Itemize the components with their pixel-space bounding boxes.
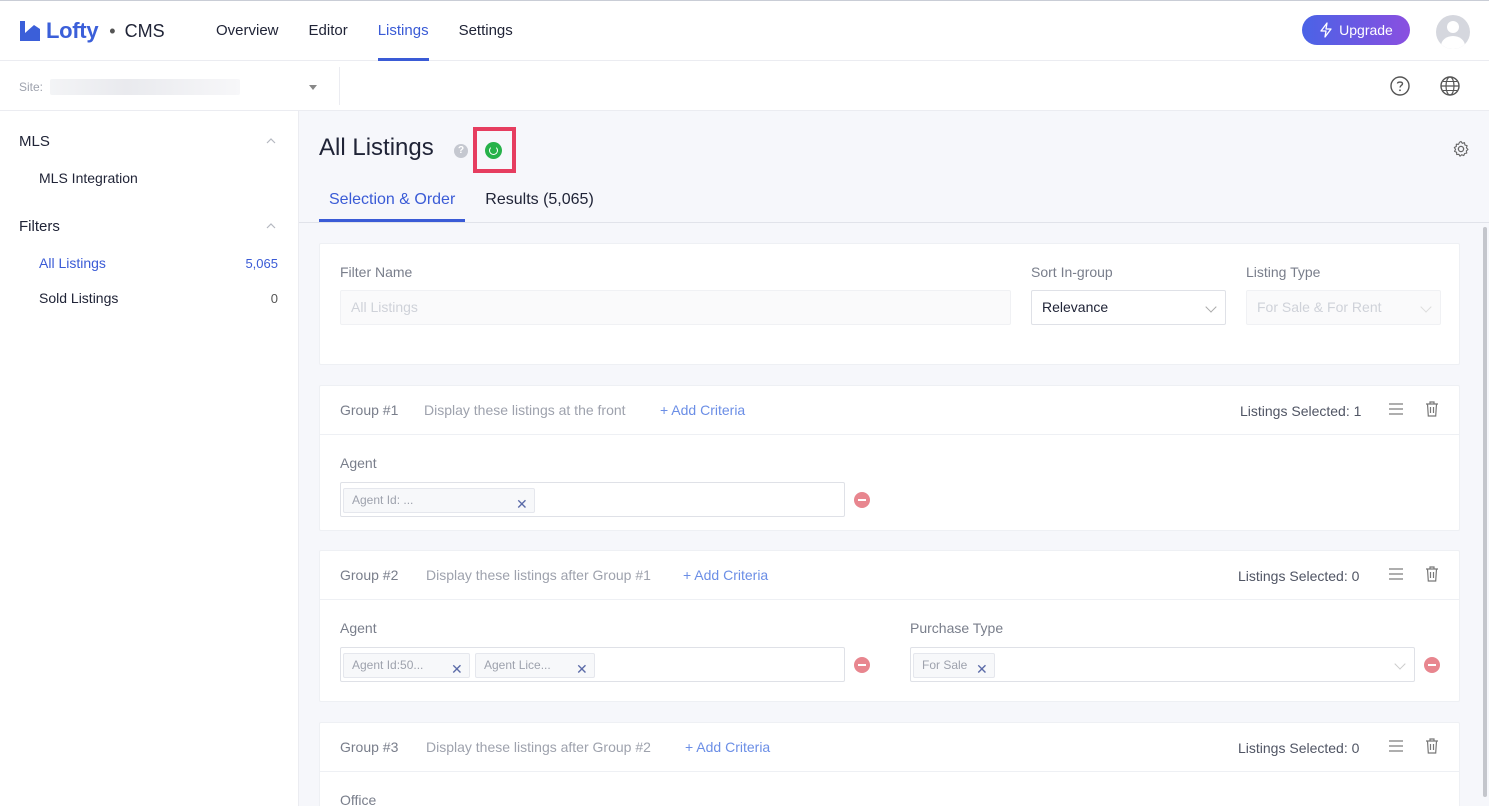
agent-criteria-input[interactable]: Agent Id:50... ✕ Agent Lice... ✕ xyxy=(340,647,845,682)
listings-selected-count: Listings Selected: 1 xyxy=(1240,403,1362,419)
upgrade-button[interactable]: Upgrade xyxy=(1302,15,1410,45)
group-description: Display these listings after Group #2 xyxy=(426,739,651,755)
criteria-label-agent: Agent xyxy=(340,620,377,636)
sort-in-group-select[interactable]: Relevance xyxy=(1031,290,1226,325)
tab-results[interactable]: Results (5,065) xyxy=(475,181,604,222)
reorder-icon[interactable] xyxy=(1389,403,1403,415)
sidebar-section-mls[interactable]: MLS xyxy=(19,133,50,150)
globe-icon[interactable] xyxy=(1439,75,1461,97)
tag-remove-icon[interactable]: ✕ xyxy=(576,653,588,686)
sidebar-section-filters[interactable]: Filters xyxy=(19,218,60,235)
group-title: Group #2 xyxy=(340,567,399,583)
filter-name-input[interactable]: All Listings xyxy=(340,290,1011,325)
listings-selected-count: Listings Selected: 0 xyxy=(1238,568,1360,584)
group-header: Group #2 Display these listings after Gr… xyxy=(320,551,1459,600)
tab-bar: Selection & Order Results (5,065) xyxy=(319,181,614,223)
site-label: Site: xyxy=(19,80,44,94)
question-circle-icon[interactable] xyxy=(1389,75,1411,97)
group-card-1: Group #1 Display these listings at the f… xyxy=(319,385,1460,531)
nav-overview[interactable]: Overview xyxy=(216,1,279,61)
group-title: Group #1 xyxy=(340,402,399,418)
sidebar: MLS MLS Integration Filters All Listings… xyxy=(0,111,299,806)
scrollbar[interactable] xyxy=(1483,227,1487,797)
gear-icon[interactable] xyxy=(1452,140,1470,158)
upgrade-label: Upgrade xyxy=(1339,22,1393,38)
group-description: Display these listings at the front xyxy=(424,402,626,418)
product-name: CMS xyxy=(124,20,165,41)
remove-criteria-button[interactable] xyxy=(854,657,870,673)
tag-label: Agent Lice... xyxy=(484,658,551,672)
tag-label: Agent Id:50... xyxy=(352,658,424,672)
add-criteria-button[interactable]: + Add Criteria xyxy=(685,739,770,755)
add-criteria-button[interactable]: + Add Criteria xyxy=(683,567,768,583)
main-content: All Listings ? Selection & Order Results… xyxy=(299,111,1489,806)
chevron-down-icon xyxy=(1205,301,1217,313)
caret-down-icon[interactable] xyxy=(309,85,317,90)
tag-label: For Sale xyxy=(922,658,968,672)
listing-type-value: For Sale & For Rent xyxy=(1257,299,1382,315)
group-description: Display these listings after Group #1 xyxy=(426,567,651,583)
tag-label: Agent Id: ... xyxy=(352,493,414,507)
remove-criteria-button[interactable] xyxy=(1424,657,1440,673)
group-title: Group #3 xyxy=(340,739,399,755)
criteria-label-agent: Agent xyxy=(340,455,377,471)
sold-listings-count: 0 xyxy=(270,291,278,306)
reorder-icon[interactable] xyxy=(1389,740,1403,752)
site-selector-value[interactable] xyxy=(50,79,240,95)
filter-settings-card: Filter Name All Listings Sort In-group R… xyxy=(319,243,1460,365)
chevron-down-icon xyxy=(1394,658,1406,670)
trash-icon[interactable] xyxy=(1425,401,1439,417)
chevron-up-icon[interactable] xyxy=(266,221,276,231)
user-avatar[interactable] xyxy=(1436,15,1470,49)
tab-selection-order[interactable]: Selection & Order xyxy=(319,181,466,222)
criteria-label-purchase-type: Purchase Type xyxy=(910,620,1004,636)
trash-icon[interactable] xyxy=(1425,566,1439,582)
all-listings-count: 5,065 xyxy=(245,256,278,271)
brand-name: Lofty xyxy=(46,18,99,43)
sidebar-item-all-listings[interactable]: All Listings xyxy=(39,255,106,271)
remove-criteria-button[interactable] xyxy=(854,492,870,508)
brand-separator: • xyxy=(109,20,116,41)
nav-settings[interactable]: Settings xyxy=(459,1,513,61)
top-navbar: Lofty • CMS Overview Editor Listings Set… xyxy=(0,0,1489,61)
nav-editor[interactable]: Editor xyxy=(309,1,348,61)
group-card-2: Group #2 Display these listings after Gr… xyxy=(319,550,1460,702)
criteria-label-office: Office xyxy=(340,792,377,806)
logo[interactable]: Lofty • CMS xyxy=(18,15,165,47)
help-icon[interactable]: ? xyxy=(454,144,468,158)
sidebar-item-mls-integration[interactable]: MLS Integration xyxy=(39,170,138,186)
listings-selected-count: Listings Selected: 0 xyxy=(1238,740,1360,756)
nav-listings[interactable]: Listings xyxy=(377,1,429,61)
tag-remove-icon[interactable]: ✕ xyxy=(516,488,528,521)
trash-icon[interactable] xyxy=(1425,738,1439,754)
group-header: Group #3 Display these listings after Gr… xyxy=(320,723,1459,772)
sort-in-group-label: Sort In-group xyxy=(1031,264,1113,280)
group-card-3: Group #3 Display these listings after Gr… xyxy=(319,722,1460,806)
listing-type-select[interactable]: For Sale & For Rent xyxy=(1246,290,1441,325)
criteria-tag: Agent Id: ... xyxy=(343,488,535,513)
filter-name-label: Filter Name xyxy=(340,264,413,280)
sync-status-icon[interactable] xyxy=(485,142,502,159)
listing-type-label: Listing Type xyxy=(1246,264,1321,280)
main-nav: Overview Editor Listings Settings xyxy=(216,1,543,61)
page-title: All Listings xyxy=(319,134,434,161)
divider xyxy=(339,67,340,105)
sidebar-item-sold-listings[interactable]: Sold Listings xyxy=(39,290,118,306)
group-header: Group #1 Display these listings at the f… xyxy=(320,386,1459,435)
chevron-up-icon[interactable] xyxy=(266,136,276,146)
lofty-logo-icon xyxy=(20,21,40,41)
chevron-down-icon xyxy=(1420,301,1432,313)
add-criteria-button[interactable]: + Add Criteria xyxy=(660,402,745,418)
sort-in-group-value: Relevance xyxy=(1042,299,1109,315)
purchase-type-select[interactable]: For Sale ✕ xyxy=(910,647,1415,682)
tag-remove-icon[interactable]: ✕ xyxy=(976,653,988,686)
site-bar: Site: xyxy=(0,61,1489,111)
tabs-divider xyxy=(299,222,1489,223)
tag-remove-icon[interactable]: ✕ xyxy=(451,653,463,686)
agent-criteria-input[interactable]: Agent Id: ... ✕ xyxy=(340,482,845,517)
reorder-icon[interactable] xyxy=(1389,568,1403,580)
lightning-icon xyxy=(1320,22,1332,38)
